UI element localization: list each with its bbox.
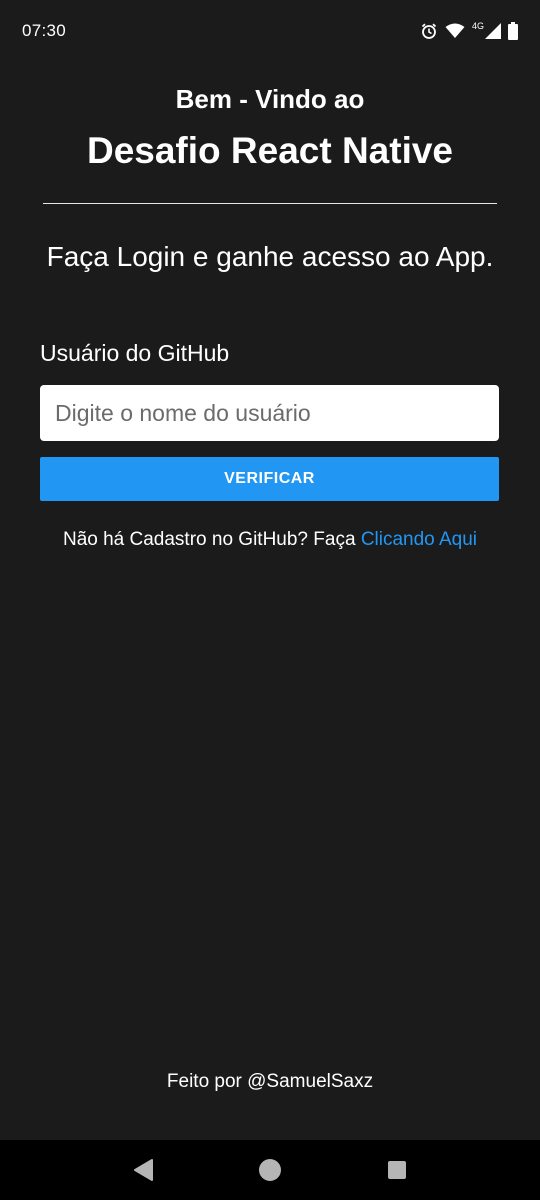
verify-button[interactable]: VERIFICAR [40,457,499,501]
footer-credit: Feito por @SamuelSaxz [166,1071,374,1092]
signup-link[interactable]: Clicando Aqui [361,529,477,550]
github-user-input[interactable] [40,385,499,441]
signup-text: Não há Cadastro no GitHub? Faça [62,529,361,550]
network-type-label: 4G [471,21,484,31]
signal-icon [485,23,501,39]
alarm-icon [420,22,438,40]
status-time: 07:30 [22,21,67,40]
back-icon[interactable] [123,1150,163,1190]
recents-icon[interactable] [377,1150,417,1190]
welcome-heading: Bem - Vindo ao [175,84,365,114]
navigation-bar [0,1140,540,1200]
battery-icon [508,22,518,40]
header-divider [43,203,497,204]
wifi-icon [445,23,465,39]
login-screen: 07:30 4G Bem - Vindo ao Desafio React Na… [0,0,540,1200]
page-title: Desafio React Native [86,130,454,171]
status-bar: 07:30 4G [0,0,540,62]
login-subtitle: Faça Login e ganhe acesso ao App. [46,241,494,272]
home-icon[interactable] [250,1150,290,1190]
signup-row: Não há Cadastro no GitHub? Faça Clicando… [0,529,540,551]
status-icons: 4G [420,21,518,40]
github-user-label: Usuário do GitHub [40,340,230,366]
